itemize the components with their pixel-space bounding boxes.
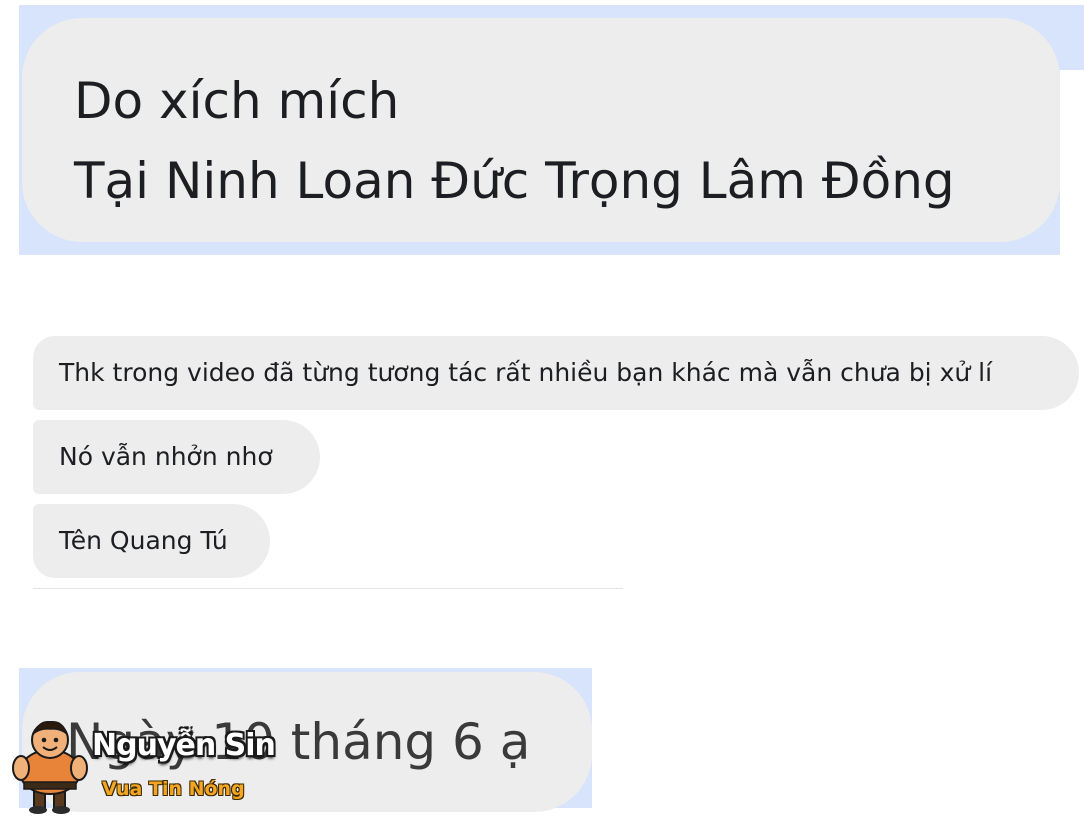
watermark: Nguyễn Sin Vua Tin Nóng [10, 716, 276, 820]
message-bubble: Thk trong video đã từng tương tác rất nh… [33, 336, 1079, 410]
divider [33, 588, 623, 589]
mascot-icon [12, 721, 88, 814]
message-bubble: Nó vẫn nhởn nhơ [33, 420, 320, 494]
message-bubble-large: Do xích mích Tại Ninh Loan Đức Trọng Lâm… [22, 18, 1060, 242]
message-bubble: Tên Quang Tú [33, 504, 270, 578]
watermark-tagline: Vua Tin Nóng [102, 778, 245, 800]
message-line: Tại Ninh Loan Đức Trọng Lâm Đồng [74, 152, 955, 210]
watermark-name: Nguyễn Sin [92, 728, 276, 763]
top-crop-edge [1060, 70, 1084, 255]
message-line: Do xích mích [74, 72, 400, 130]
